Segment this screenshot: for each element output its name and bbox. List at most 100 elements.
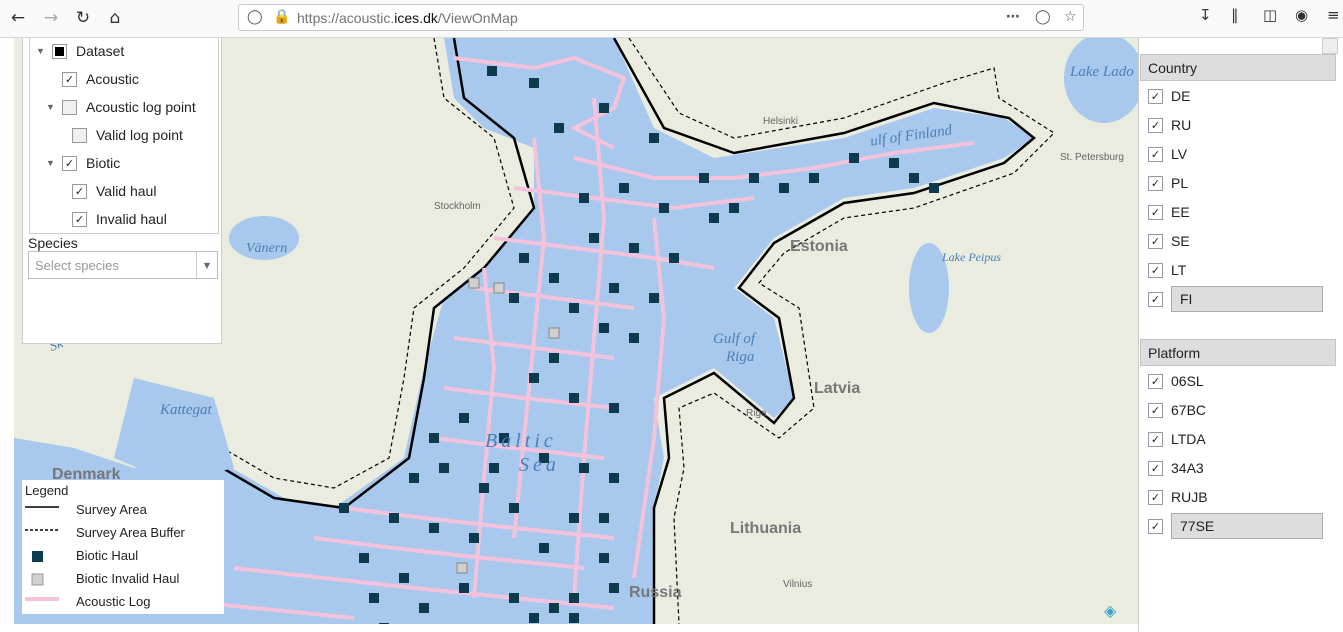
layer-item-biotic[interactable]: ▼ ✓ Biotic [46,152,120,174]
lock-icon[interactable]: 🔒 [273,9,290,25]
biotic-haul-point[interactable] [659,203,669,213]
filter-checkbox[interactable]: ✓ [1148,373,1163,389]
country-item-se[interactable]: ✓ SE [1148,228,1336,254]
platform-item-34a3[interactable]: ✓ 34A3 [1148,455,1336,481]
more-options-icon[interactable]: ⋯ [1006,9,1020,25]
layer-checkbox[interactable] [72,127,87,143]
biotic-haul-point[interactable] [509,503,519,513]
filter-checkbox[interactable]: ✓ [1148,460,1163,476]
biotic-haul-point[interactable] [619,183,629,193]
biotic-haul-point[interactable] [429,433,439,443]
filter-checkbox[interactable]: ✓ [1148,233,1163,249]
biotic-haul-point[interactable] [569,393,579,403]
biotic-haul-point[interactable] [509,593,519,603]
filter-checkbox[interactable]: ✓ [1148,489,1163,505]
biotic-haul-point[interactable] [569,513,579,523]
platform-item-ltda[interactable]: ✓ LTDA [1148,426,1336,452]
platform-item-rujb[interactable]: ✓ RUJB [1148,484,1336,510]
biotic-haul-point[interactable] [369,593,379,603]
biotic-haul-point[interactable] [609,283,619,293]
expand-arrow-icon[interactable]: ▼ [36,46,46,56]
biotic-haul-point[interactable] [399,573,409,583]
home-icon[interactable]: ⌂ [102,5,128,31]
menu-icon[interactable]: ≡ [1327,6,1340,24]
back-arrow-icon[interactable]: ← [5,5,31,31]
biotic-haul-point[interactable] [889,158,899,168]
country-item-de[interactable]: ✓ DE [1148,83,1336,109]
biotic-haul-point[interactable] [629,243,639,253]
biotic-haul-point[interactable] [579,463,589,473]
biotic-haul-point[interactable] [569,593,579,603]
invalid-haul-point[interactable] [548,327,560,339]
layer-item-valid-log-point[interactable]: Valid log point [56,124,183,146]
biotic-haul-point[interactable] [779,183,789,193]
biotic-haul-point[interactable] [589,233,599,243]
pocket-icon[interactable]: ◯ [1035,9,1051,25]
expand-arrow-icon[interactable]: ▼ [46,158,56,168]
biotic-haul-point[interactable] [409,473,419,483]
biotic-haul-point[interactable] [469,533,479,543]
biotic-haul-point[interactable] [539,543,549,553]
shield-icon[interactable]: ◯ [247,9,263,25]
biotic-haul-point[interactable] [509,293,519,303]
invalid-haul-point[interactable] [468,277,480,289]
biotic-haul-point[interactable] [709,213,719,223]
scrollbar[interactable] [1322,38,1338,54]
layer-item-acoustic-log-point[interactable]: ▼ Acoustic log point [46,96,196,118]
biotic-haul-point[interactable] [909,173,919,183]
filter-checkbox[interactable]: ✓ [1148,117,1163,133]
biotic-haul-point[interactable] [359,553,369,563]
invalid-haul-point[interactable] [456,562,468,574]
filter-checkbox[interactable]: ✓ [1148,431,1163,447]
country-item-ru[interactable]: ✓ RU [1148,112,1336,138]
biotic-haul-point[interactable] [429,523,439,533]
layer-checkbox[interactable]: ✓ [72,211,87,227]
filter-checkbox[interactable]: ✓ [1148,204,1163,220]
chevron-down-icon[interactable]: ▼ [196,252,217,278]
biotic-haul-point[interactable] [519,253,529,263]
country-item-fi[interactable]: ✓ FI [1148,286,1336,312]
filter-checkbox[interactable]: ✓ [1148,175,1163,191]
biotic-haul-point[interactable] [569,613,579,623]
biotic-haul-point[interactable] [669,253,679,263]
biotic-haul-point[interactable] [459,583,469,593]
biotic-haul-point[interactable] [599,103,609,113]
biotic-haul-point[interactable] [649,133,659,143]
layer-item-invalid-haul[interactable]: ✓ Invalid haul [56,208,167,230]
biotic-haul-point[interactable] [479,483,489,493]
layer-checkbox[interactable] [62,99,77,115]
country-item-ee[interactable]: ✓ EE [1148,199,1336,225]
biotic-haul-point[interactable] [599,553,609,563]
biotic-haul-point[interactable] [549,603,559,613]
biotic-haul-point[interactable] [439,463,449,473]
biotic-haul-point[interactable] [549,353,559,363]
expand-arrow-icon[interactable]: ▼ [46,102,56,112]
biotic-haul-point[interactable] [549,273,559,283]
platform-item-06sl[interactable]: ✓ 06SL [1148,368,1336,394]
layers-icon[interactable]: ◈ [1104,601,1116,621]
filter-checkbox[interactable]: ✓ [1148,262,1163,278]
biotic-haul-point[interactable] [609,583,619,593]
filter-checkbox[interactable]: ✓ [1148,291,1163,307]
biotic-haul-point[interactable] [419,603,429,613]
layer-item-valid-haul[interactable]: ✓ Valid haul [56,180,156,202]
download-icon[interactable]: ↧ [1199,6,1212,24]
biotic-haul-point[interactable] [929,183,939,193]
biotic-haul-point[interactable] [699,173,709,183]
country-item-lv[interactable]: ✓ LV [1148,141,1336,167]
layer-checkbox[interactable]: ✓ [72,183,87,199]
biotic-haul-point[interactable] [599,323,609,333]
biotic-haul-point[interactable] [649,293,659,303]
biotic-haul-point[interactable] [489,463,499,473]
filter-checkbox[interactable]: ✓ [1148,402,1163,418]
biotic-haul-point[interactable] [529,373,539,383]
platform-item-77se[interactable]: ✓ 77SE [1148,513,1336,539]
species-select[interactable]: Select species ▼ [28,251,218,279]
biotic-haul-point[interactable] [339,503,349,513]
layer-checkbox[interactable]: ✓ [62,71,77,87]
layer-checkbox[interactable]: ✓ [62,155,77,171]
filter-checkbox[interactable]: ✓ [1148,518,1163,534]
layer-item-acoustic[interactable]: ✓ Acoustic [46,68,139,90]
biotic-haul-point[interactable] [609,403,619,413]
biotic-haul-point[interactable] [749,173,759,183]
